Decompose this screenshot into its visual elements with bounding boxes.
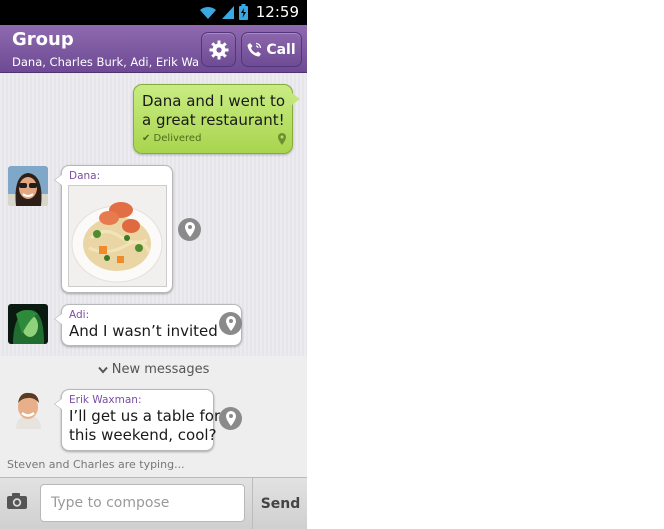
gear-icon bbox=[209, 40, 228, 59]
avatar-erik[interactable] bbox=[8, 389, 48, 429]
location-pin-icon[interactable] bbox=[278, 133, 286, 145]
settings-button[interactable] bbox=[201, 32, 236, 67]
sender-name: Dana: bbox=[69, 170, 101, 182]
delivery-status: ✔ Delivered bbox=[142, 133, 202, 144]
location-pin-button[interactable] bbox=[178, 218, 201, 241]
location-pin-icon bbox=[225, 316, 236, 331]
phone-icon bbox=[247, 42, 262, 57]
battery-icon bbox=[238, 4, 248, 20]
avatar-image bbox=[8, 166, 48, 206]
outgoing-message[interactable]: Dana and I went to a great restaurant! ✔… bbox=[133, 84, 300, 154]
incoming-message[interactable]: Adi: And I wasn’t invited bbox=[54, 304, 242, 346]
new-messages-divider: New messages bbox=[0, 362, 307, 377]
avatar-dana[interactable] bbox=[8, 166, 48, 206]
conversation-header: Group Dana, Charles Burk, Adi, Erik Wax.… bbox=[0, 25, 307, 73]
outgoing-message-text: Dana and I went to a great restaurant! bbox=[142, 92, 285, 130]
status-time: 12:59 bbox=[255, 3, 299, 21]
message-line: this weekend, cool? bbox=[69, 426, 217, 444]
compose-input[interactable] bbox=[40, 484, 245, 522]
location-pin-button[interactable] bbox=[219, 312, 242, 335]
new-messages-label: New messages bbox=[111, 362, 210, 377]
signal-icon bbox=[221, 5, 234, 19]
sender-name: Adi: bbox=[69, 309, 90, 321]
location-pin-icon bbox=[225, 411, 236, 426]
message-line: Dana and I went to bbox=[142, 92, 286, 110]
call-button[interactable]: Call bbox=[241, 32, 302, 67]
avatar-image bbox=[8, 389, 48, 429]
typing-indicator: Steven and Charles are typing... bbox=[7, 458, 185, 471]
incoming-message[interactable]: Erik Waxman: I’ll get us a table for thi… bbox=[54, 389, 220, 451]
incoming-image-message[interactable]: Dana: bbox=[54, 165, 173, 293]
message-line: And I wasn’t invited bbox=[69, 322, 218, 340]
sender-name: Erik Waxman: bbox=[69, 394, 142, 406]
food-photo[interactable] bbox=[68, 185, 167, 287]
chevron-down-icon bbox=[97, 366, 108, 374]
call-label: Call bbox=[266, 41, 296, 58]
phone-screen: 12:59 Group Dana, Charles Burk, Adi, Eri… bbox=[0, 0, 307, 529]
message-line: I’ll get us a table for bbox=[69, 407, 221, 425]
participants-list[interactable]: Dana, Charles Burk, Adi, Erik Wax... bbox=[12, 55, 198, 69]
camera-icon[interactable] bbox=[6, 492, 28, 510]
compose-bar: Send bbox=[0, 477, 307, 529]
location-pin-icon bbox=[184, 222, 195, 237]
conversation-title[interactable]: Group bbox=[12, 29, 74, 50]
status-bar: 12:59 bbox=[0, 0, 307, 25]
wifi-icon bbox=[199, 6, 216, 19]
avatar-image bbox=[8, 304, 48, 344]
location-pin-button[interactable] bbox=[219, 407, 242, 430]
avatar-adi[interactable] bbox=[8, 304, 48, 344]
message-line: a great restaurant! bbox=[142, 111, 285, 129]
send-button[interactable]: Send bbox=[252, 478, 307, 529]
